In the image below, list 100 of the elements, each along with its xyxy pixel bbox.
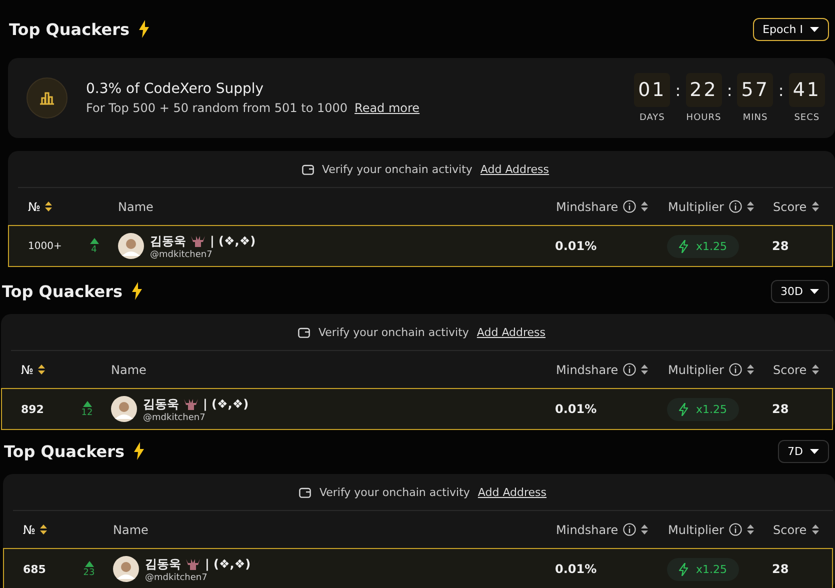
rank-up-icon [84,560,94,566]
lightning-icon [138,20,150,38]
sort-icon[interactable] [641,201,648,212]
user-name-suffix: | (❖,❖) [210,234,256,248]
countdown-unit: MINS [742,113,768,123]
multiplier-badge: x1.25 [667,398,740,420]
caret-icon [810,26,819,32]
sort-icon[interactable] [641,524,648,535]
supply-description: For Top 500 + 50 random from 501 to 1000 [86,101,348,115]
colon-separator: : [726,80,732,100]
sort-icon[interactable] [45,201,52,212]
verify-text: Verify your onchain activity [322,162,472,176]
lightning-icon [679,562,688,576]
score-cell-text: 28 [772,239,790,253]
sort-icon[interactable] [812,524,819,535]
leaderboard-row[interactable]: 685 23 김동욱 | (❖,❖) @mdkitchen7 0.01% x1.25 28 [3,548,833,588]
period-dropdown[interactable]: 30D [770,280,829,302]
column-header[interactable]: Score [773,522,819,536]
sort-icon[interactable] [38,364,46,375]
user-name: 김동욱 [150,232,186,250]
column-header[interactable]: Mindshare [556,362,648,376]
sort-icon[interactable] [812,364,819,375]
column-header[interactable]: Multiplier [668,200,754,214]
rank-up-icon [90,238,98,244]
countdown-value: 57 [737,73,774,107]
avatar [118,233,144,259]
column-header[interactable]: Multiplier [668,362,754,376]
section-title: Top Quackers [2,282,123,300]
avatar [113,556,139,582]
moose-icon [185,558,201,570]
add-address-link[interactable]: Add Address [476,326,546,338]
leaderboard-row[interactable]: 892 12 김동욱 | (❖,❖) @mdkitchen7 0.01% x1.25 28 [1,388,833,430]
wallet-icon [302,164,314,174]
sort-icon[interactable] [641,364,648,375]
countdown-value: 22 [686,73,722,107]
column-header[interactable]: Score [773,362,819,376]
column-header[interactable]: № [23,522,48,536]
caret-icon [810,288,819,294]
verify-text: Verify your onchain activity [319,486,470,498]
user-name-suffix: | (❖,❖) [205,557,251,571]
countdown-value: 01 [634,73,670,107]
mindshare-cell-text: 0.01% [555,239,598,253]
info-icon[interactable] [623,523,636,536]
countdown-unit: HOURS [686,113,722,123]
mindshare-cell-text: 0.01% [555,562,598,576]
user-name: 김동욱 [145,556,181,572]
colon-separator: : [675,80,681,100]
period-dropdown[interactable]: 7D [778,440,829,462]
sort-icon[interactable] [40,524,48,535]
countdown-value: 41 [788,73,825,107]
moose-icon [183,398,199,410]
column-header[interactable]: № [28,200,52,214]
caret-icon [810,448,819,454]
period-dropdown[interactable]: Epoch I [752,18,829,40]
rank-cell-text: 1000+ [28,240,63,252]
info-icon[interactable] [728,200,742,213]
leaderboard-row[interactable]: 1000+ 4 김동욱 | (❖,❖) @mdkitchen7 0.01% x1.25 28 [8,225,833,267]
column-header[interactable]: Name [111,362,146,376]
add-address-link[interactable]: Add Address [480,162,550,176]
user-handle: @mdkitchen7 [150,250,214,260]
add-address-link[interactable]: Add Address [478,486,547,498]
lightning-icon [679,402,688,416]
read-more-link[interactable]: Read more [354,101,420,115]
rank-change: 12 [81,408,93,418]
moose-icon [190,234,206,248]
column-header[interactable]: Score [773,200,819,214]
multiplier-badge: x1.25 [667,558,740,580]
countdown-unit: SECS [794,113,820,123]
sort-icon[interactable] [746,524,754,535]
section-title: Top Quackers [4,442,125,460]
sort-icon[interactable] [746,201,754,212]
column-header[interactable]: Mindshare [556,522,648,536]
rank-cell-text: 685 [23,562,47,576]
sort-icon[interactable] [746,364,754,375]
column-header[interactable]: Mindshare [556,200,648,214]
wallet-icon [298,326,310,338]
rank-up-icon [82,400,92,406]
user-handle: @mdkitchen7 [143,412,206,422]
column-header[interactable]: Name [118,200,154,214]
rank-change: 4 [91,244,97,254]
column-header[interactable]: № [21,362,46,376]
lightning-icon [132,442,145,460]
user-name: 김동욱 [143,396,179,412]
colon-separator: : [778,80,784,100]
info-icon[interactable] [728,363,742,376]
sort-icon[interactable] [812,201,819,212]
rank-cell-text: 892 [21,402,45,416]
wallet-icon [299,486,312,498]
score-cell-text: 28 [772,402,790,416]
rank-change: 23 [83,568,95,578]
lightning-icon [679,240,688,252]
user-name-suffix: | (❖,❖) [203,397,249,411]
lightning-icon [130,282,143,300]
info-icon[interactable] [623,200,636,213]
column-header[interactable]: Name [113,522,148,536]
avatar [111,396,137,422]
column-header[interactable]: Multiplier [668,522,754,536]
info-icon[interactable] [728,523,742,536]
info-icon[interactable] [623,363,636,376]
verify-text: Verify your onchain activity [318,326,469,338]
